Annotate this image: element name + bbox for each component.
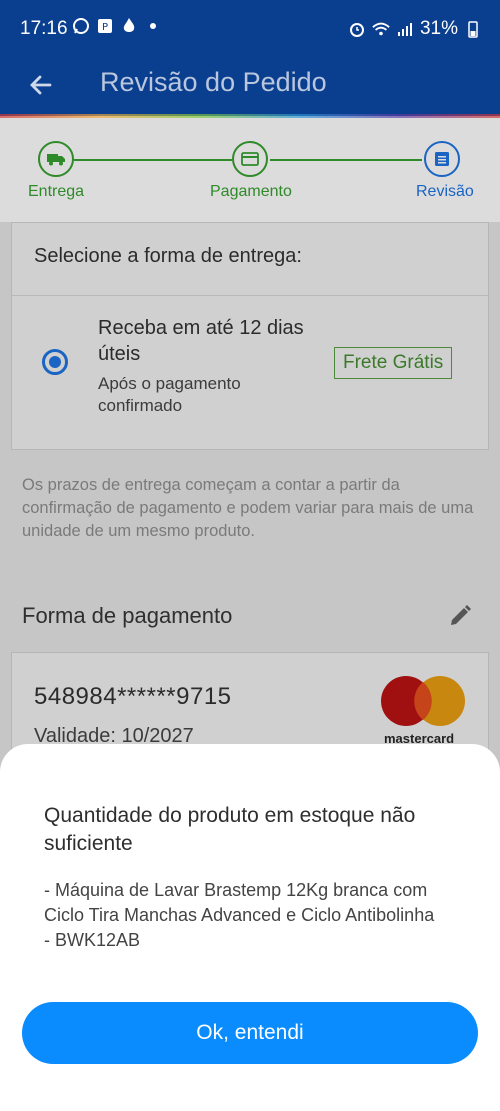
delivery-option-subtitle: Após o pagamento confirmado xyxy=(98,374,241,415)
payment-title: Forma de pagamento xyxy=(22,603,233,628)
step-revisao-label: Revisão xyxy=(416,183,474,200)
app-bar: Revisão do Pedido xyxy=(0,58,500,116)
truck-icon xyxy=(47,154,65,166)
list-icon xyxy=(435,152,449,166)
whatsapp-icon xyxy=(72,17,90,35)
step-entrega-circle[interactable] xyxy=(38,141,74,177)
alarm-icon xyxy=(348,20,366,38)
p-icon: P xyxy=(96,17,114,35)
dialog-body: - Máquina de Lavar Brastemp 12Kg branca … xyxy=(44,880,435,950)
status-time: 17:16 xyxy=(20,18,68,39)
step-connector xyxy=(74,159,232,161)
battery-icon xyxy=(464,20,482,38)
svg-text:P: P xyxy=(102,22,108,33)
free-shipping-badge: Frete Grátis xyxy=(334,347,453,379)
battery-level: 31% xyxy=(419,18,458,39)
ok-button[interactable]: Ok, entendi xyxy=(22,1002,478,1064)
card-icon xyxy=(241,152,259,166)
edit-pencil-icon[interactable] xyxy=(446,602,474,630)
divider xyxy=(12,295,488,296)
step-pagamento-circle[interactable] xyxy=(232,141,268,177)
mastercard-logo: mastercard xyxy=(380,675,470,746)
delivery-card: Selecione a forma de entrega: Receba em … xyxy=(11,222,489,450)
dot-icon xyxy=(144,17,162,35)
step-revisao-circle[interactable] xyxy=(424,141,460,177)
wifi-icon xyxy=(372,20,390,38)
delivery-option-title: Receba em até 12 dias úteis xyxy=(98,317,304,365)
step-entrega-label: Entrega xyxy=(28,183,85,200)
flame-icon xyxy=(120,17,138,35)
delivery-note: Os prazos de entrega começam a contar a … xyxy=(22,476,474,540)
step-pagamento-label: Pagamento xyxy=(210,183,292,200)
stock-alert-dialog: Quantidade do produto em estoque não suf… xyxy=(0,744,500,1111)
status-bar: 17:16 P 31% xyxy=(0,0,500,58)
dialog-title: Quantidade do produto em estoque não suf… xyxy=(44,804,416,855)
step-connector xyxy=(270,159,422,161)
card-number: 548984******9715 xyxy=(34,683,232,710)
delivery-radio[interactable] xyxy=(42,349,68,375)
back-arrow-icon[interactable] xyxy=(24,68,58,102)
delivery-heading: Selecione a forma de entrega: xyxy=(34,245,302,267)
signal-icon xyxy=(396,20,414,38)
page-title: Revisão do Pedido xyxy=(100,67,327,97)
